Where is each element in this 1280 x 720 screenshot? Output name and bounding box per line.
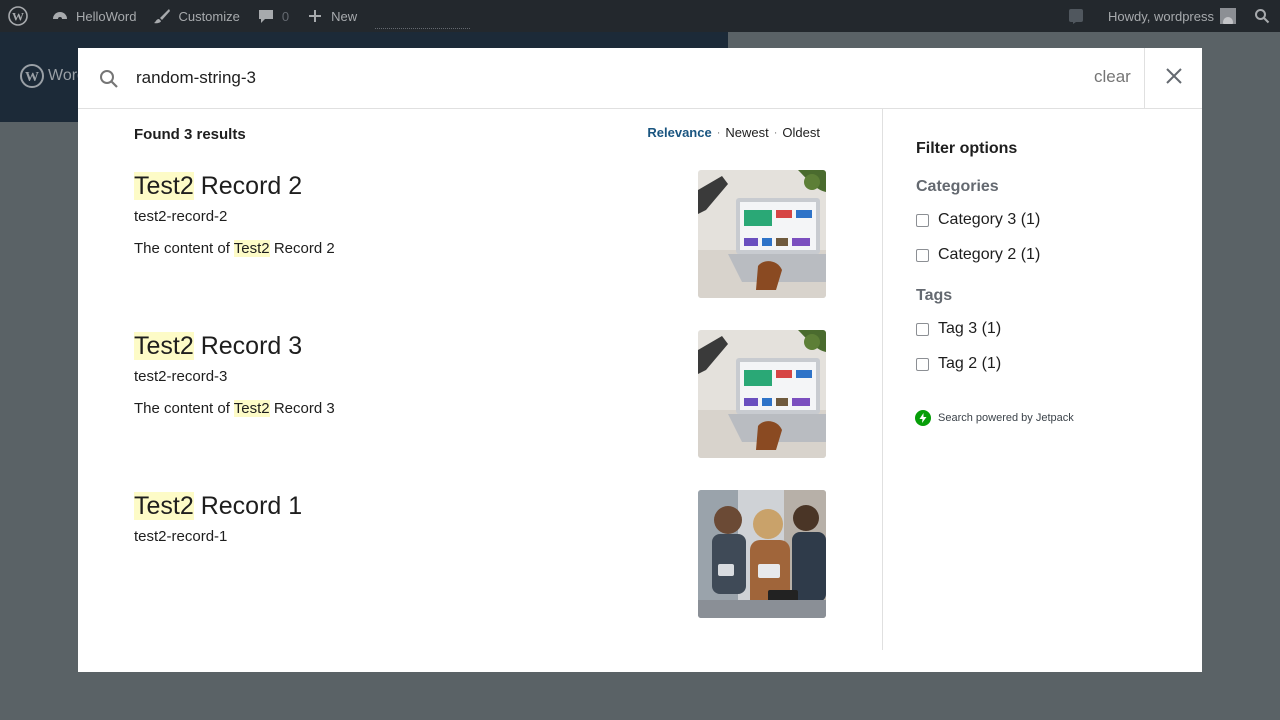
avatar	[1220, 8, 1236, 24]
result-path: test2-record-3	[134, 368, 228, 385]
howdy-greeting: Howdy, wordpress	[1108, 8, 1214, 24]
checkbox[interactable]	[916, 357, 929, 371]
tag-filter-option[interactable]: Tag 2 (1)	[916, 355, 1001, 373]
admin-bar-placeholder	[375, 3, 471, 29]
result-excerpt: The content of Test2 Record 2	[134, 240, 335, 257]
admin-bar: W HelloWord Customize 0 New Howdy, wordp…	[0, 0, 1280, 32]
categories-heading: Categories	[916, 178, 999, 195]
category-filter-label: Category 3 (1)	[938, 211, 1041, 228]
tag-filter-label: Tag 3 (1)	[938, 320, 1002, 337]
wordpress-menu[interactable]: W	[0, 0, 42, 32]
result-thumbnail[interactable]	[698, 170, 826, 298]
result-path: test2-record-2	[134, 208, 228, 225]
checkbox[interactable]	[916, 213, 929, 227]
result-title-text: Record 2	[193, 172, 303, 200]
results-panel: Found 3 results Relevance · Newest · Old…	[78, 109, 882, 672]
highlight: Test2	[134, 492, 194, 520]
wordpress-logo-icon: W	[8, 6, 28, 26]
sort-newest[interactable]: Newest	[725, 125, 768, 140]
jetpack-credit-link[interactable]: Search powered by Jetpack	[915, 410, 1074, 426]
result-title-text: Record 3	[193, 332, 303, 360]
result-item: Test2 Record 1 test2-record-1	[134, 490, 826, 618]
clear-button[interactable]: clear	[1094, 67, 1131, 87]
comments-link[interactable]: 0	[248, 0, 297, 32]
result-title-text: Record 1	[193, 492, 303, 520]
excerpt-text: The content of	[134, 240, 234, 257]
svg-text:W: W	[25, 70, 39, 85]
comments-count: 0	[281, 8, 290, 24]
sort-separator: ·	[716, 126, 721, 139]
highlight: Test2	[134, 172, 194, 200]
highlight: Test2	[233, 240, 270, 257]
result-thumbnail[interactable]	[698, 490, 826, 618]
filter-sidebar: Filter options Categories Category 3 (1)…	[882, 109, 1202, 650]
result-item: Test2 Record 2 test2-record-2 The conten…	[134, 170, 826, 298]
checkbox[interactable]	[916, 248, 929, 262]
checkbox[interactable]	[916, 322, 929, 336]
result-excerpt: The content of Test2 Record 3	[134, 400, 335, 417]
result-path: test2-record-1	[134, 528, 228, 545]
customize-link[interactable]: Customize	[144, 0, 247, 32]
wordpress-logo-icon: W	[20, 64, 44, 88]
result-title-link[interactable]: Test2 Record 3	[134, 330, 302, 362]
search-overlay: clear Found 3 results Relevance · Newest…	[78, 48, 1202, 672]
dashboard-icon	[50, 6, 70, 26]
comment-icon	[256, 6, 276, 26]
tags-heading: Tags	[916, 287, 953, 304]
filter-title: Filter options	[916, 140, 1018, 157]
sort-separator: ·	[773, 126, 778, 139]
result-thumbnail[interactable]	[698, 330, 826, 458]
site-name: HelloWord	[76, 8, 137, 24]
laptop-image	[698, 170, 826, 298]
brush-icon	[152, 6, 172, 26]
admin-bar-secondary: Howdy, wordpress	[1058, 0, 1280, 32]
search-bar: clear	[78, 48, 1202, 109]
my-account-menu[interactable]: Howdy, wordpress	[1100, 0, 1244, 32]
site-name-menu[interactable]: HelloWord	[42, 0, 144, 32]
notifications-button[interactable]	[1058, 0, 1100, 32]
category-filter-option[interactable]: Category 3 (1)	[916, 211, 1040, 229]
admin-search-button[interactable]	[1244, 0, 1280, 32]
category-filter-label: Category 2 (1)	[938, 246, 1041, 263]
highlight: Test2	[134, 332, 194, 360]
tag-filter-label: Tag 2 (1)	[938, 355, 1002, 372]
excerpt-text: Record 3	[269, 400, 335, 417]
new-label: New	[331, 8, 358, 24]
sort-options: Relevance · Newest · Oldest	[647, 125, 820, 140]
laptop-image	[698, 330, 826, 458]
jetpack-credit-text: Search powered by Jetpack	[938, 412, 1074, 424]
category-filter-option[interactable]: Category 2 (1)	[916, 246, 1040, 264]
search-icon	[98, 68, 120, 90]
svg-text:W: W	[12, 10, 24, 24]
tag-filter-option[interactable]: Tag 3 (1)	[916, 320, 1001, 338]
search-icon	[1252, 6, 1272, 26]
result-title-link[interactable]: Test2 Record 1	[134, 490, 302, 522]
excerpt-text: The content of	[134, 400, 234, 417]
people-with-devices-image	[698, 490, 826, 618]
notification-icon	[1066, 6, 1086, 26]
search-input[interactable]	[136, 62, 1076, 94]
highlight: Test2	[233, 400, 270, 417]
close-icon	[1165, 67, 1183, 90]
results-summary: Found 3 results	[134, 126, 246, 143]
customize-label: Customize	[178, 8, 240, 24]
plus-icon	[305, 6, 325, 26]
result-title-link[interactable]: Test2 Record 2	[134, 170, 302, 202]
new-content-menu[interactable]: New	[297, 0, 365, 32]
close-button[interactable]	[1144, 48, 1202, 108]
sort-oldest[interactable]: Oldest	[782, 125, 820, 140]
sort-relevance[interactable]: Relevance	[647, 125, 711, 140]
excerpt-text: Record 2	[269, 240, 335, 257]
jetpack-logo-icon	[915, 410, 931, 426]
result-item: Test2 Record 3 test2-record-3 The conten…	[134, 330, 826, 458]
